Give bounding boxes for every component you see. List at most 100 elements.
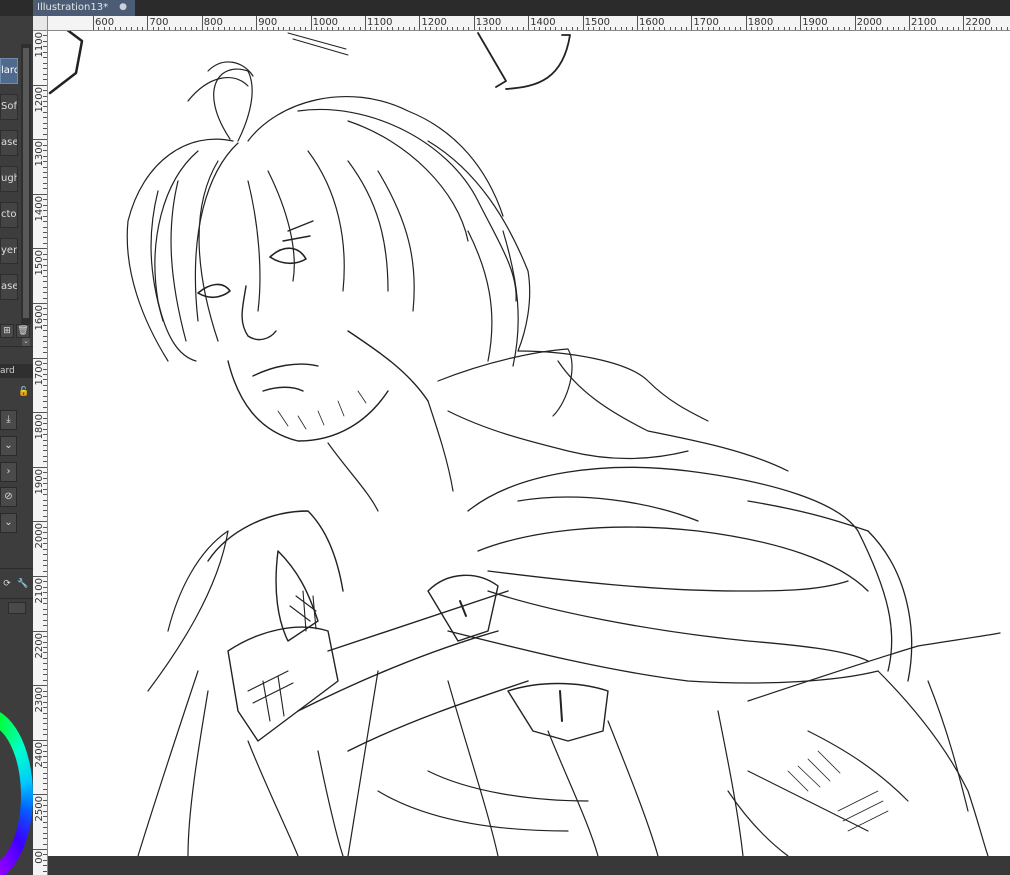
ruler-tick xyxy=(43,505,47,507)
brush-item[interactable]: lard xyxy=(0,58,18,84)
brush-item[interactable]: ugh xyxy=(0,166,18,192)
ruler-tick xyxy=(43,701,47,703)
drawing-canvas[interactable] xyxy=(48,31,1010,856)
ruler-tick xyxy=(43,68,47,70)
ruler-tick xyxy=(43,182,47,184)
brush-item[interactable]: ctor xyxy=(0,202,18,228)
ruler-tick xyxy=(43,668,47,670)
ruler-tick xyxy=(43,363,47,365)
ruler-tick xyxy=(800,16,802,30)
ruler-tick xyxy=(43,515,47,517)
ruler-tick xyxy=(43,79,47,81)
ruler-tick xyxy=(310,16,312,30)
ruler-tick xyxy=(43,488,47,490)
ruler-tick xyxy=(43,843,47,845)
ruler-tick xyxy=(43,390,47,392)
ruler-tick xyxy=(43,368,47,370)
brush-item[interactable]: aser xyxy=(0,130,18,156)
ruler-tick xyxy=(43,226,47,228)
ruler-tick xyxy=(33,248,47,250)
vertical-ruler: 1100 1200 1300 1400 1500 1600 1700 1800 1900 2000… xyxy=(33,16,48,875)
ruler-tick xyxy=(43,281,47,283)
ruler-tick xyxy=(43,35,47,37)
delete-brush-icon[interactable]: 🗑 xyxy=(16,324,30,338)
speech-bubble-right xyxy=(477,32,571,90)
ruler-tick xyxy=(43,548,47,550)
ruler-tick xyxy=(43,559,47,561)
ruler-tick xyxy=(43,373,47,375)
ruler-tick xyxy=(93,16,94,30)
download-icon[interactable]: ⤓ xyxy=(0,410,17,430)
ruler-tick xyxy=(43,46,47,48)
ruler-tick xyxy=(43,346,47,348)
ruler-tick xyxy=(43,619,47,621)
tab-title: Illustration13* xyxy=(37,2,109,13)
ruler-tick xyxy=(43,717,47,719)
ruler-tick xyxy=(43,674,47,676)
ruler-tick xyxy=(43,483,47,485)
ruler-tick xyxy=(43,292,47,294)
ruler-tick xyxy=(963,16,965,30)
ruler-tick xyxy=(43,95,47,97)
ruler-tick xyxy=(43,133,47,135)
chevron-down-icon[interactable]: ⌄ xyxy=(0,436,17,456)
jacket xyxy=(137,530,1001,856)
ruler-tick xyxy=(43,434,47,436)
ruler-tick xyxy=(43,177,47,179)
ruler-tick xyxy=(43,499,47,501)
ruler-tick xyxy=(43,232,47,234)
ruler-tick xyxy=(43,210,47,212)
ruler-tick xyxy=(43,712,47,714)
ruler-tick xyxy=(43,57,47,59)
ruler-tick xyxy=(43,707,47,709)
ruler-tick xyxy=(43,494,47,496)
ruler-tick xyxy=(43,111,47,113)
ruler-tick xyxy=(43,461,47,463)
ruler-tick xyxy=(43,204,47,206)
ruler-tick xyxy=(43,270,47,272)
ruler-tick xyxy=(43,554,47,556)
ruler-tick xyxy=(43,592,47,594)
ruler-tick xyxy=(43,264,47,266)
ruler-tick xyxy=(43,788,47,790)
refresh-icon[interactable]: ⟳ xyxy=(0,578,14,592)
ruler-tick xyxy=(43,455,47,457)
ruler-tick xyxy=(43,652,47,654)
chevron-down-icon[interactable]: ⌄ xyxy=(0,513,17,533)
ruler-tick xyxy=(43,608,47,610)
ruler-tick xyxy=(43,865,47,867)
ruler-tick xyxy=(43,100,47,102)
brush-item[interactable]: Soft xyxy=(0,94,18,120)
ruler-tick xyxy=(528,16,530,30)
ruler-tick xyxy=(43,510,47,512)
ruler-tick xyxy=(43,581,47,583)
ruler-tick xyxy=(43,384,47,386)
color-wheel[interactable] xyxy=(0,708,33,875)
ruler-tick xyxy=(43,286,47,288)
layer-panel-header[interactable]: ard xyxy=(0,364,33,378)
clear-icon[interactable]: ⊘ xyxy=(0,487,17,507)
ruler-tick xyxy=(43,122,47,124)
ruler-tick xyxy=(43,90,47,92)
brush-item[interactable]: yers xyxy=(0,238,18,264)
cloak xyxy=(447,466,913,684)
chevron-right-icon[interactable]: › xyxy=(0,462,17,482)
face xyxy=(197,220,429,442)
tab-illustration13[interactable]: Illustration13* ● xyxy=(33,0,135,16)
ruler-tick xyxy=(43,532,47,534)
horizontal-scrollbar[interactable] xyxy=(48,856,1010,875)
ruler-tick xyxy=(43,772,47,774)
scrollbar-thumb[interactable] xyxy=(23,48,29,318)
ruler-tick xyxy=(256,16,258,30)
tab-close-icon[interactable]: ● xyxy=(119,0,127,15)
new-brush-icon[interactable]: ⊞ xyxy=(0,324,14,338)
brush-list-scrollbar[interactable]: ⌄ xyxy=(21,44,31,346)
brush-item[interactable]: aser xyxy=(0,274,18,300)
ruler-tick xyxy=(43,663,47,665)
ruler-tick xyxy=(43,275,47,277)
ruler-tick xyxy=(43,324,47,326)
lock-icon[interactable]: 🔓 xyxy=(17,386,31,400)
wrench-icon[interactable]: 🔧 xyxy=(16,578,30,592)
panel-toggle-icon[interactable] xyxy=(8,602,26,614)
ruler-tick xyxy=(43,335,47,337)
